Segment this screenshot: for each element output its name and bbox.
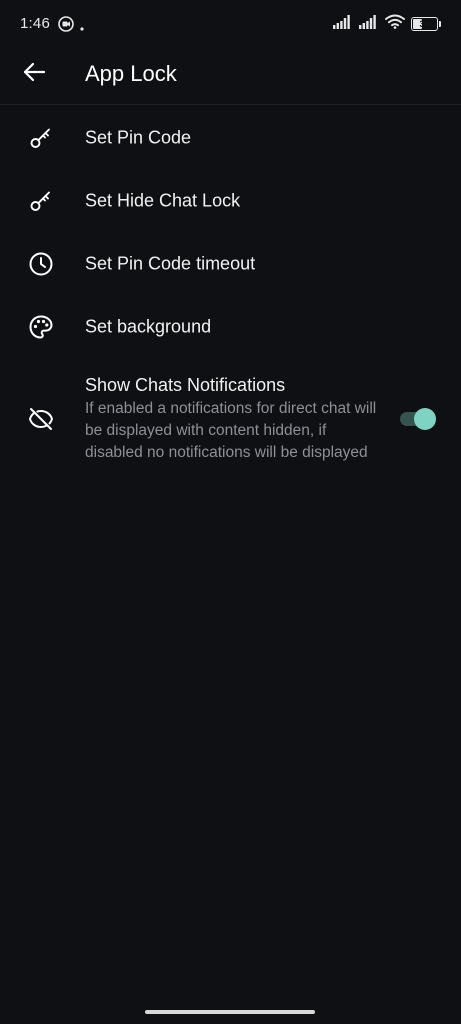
battery-level: 35 [419, 18, 430, 29]
show-chats-notifications-item[interactable]: Show Chats Notifications If enabled a no… [0, 358, 461, 488]
settings-list: Set Pin Code Set Hide Chat Lock Set Pin … [0, 106, 461, 488]
app-bar: App Lock [0, 48, 461, 105]
signal-icon [359, 14, 379, 34]
notifications-description: If enabled a notifications for direct ch… [85, 400, 377, 461]
wifi-icon [385, 14, 405, 34]
status-time: 1:46 [20, 15, 50, 32]
battery-nub [439, 21, 441, 27]
setting-label: Set Hide Chat Lock [85, 190, 241, 210]
set-hide-chat-lock-item[interactable]: Set Hide Chat Lock [0, 169, 461, 232]
status-left-icons [58, 16, 84, 37]
battery-icon: 35 [411, 17, 438, 31]
palette-icon [28, 314, 54, 340]
setting-label: Set Pin Code timeout [85, 253, 256, 273]
setting-label: Set Pin Code [85, 127, 192, 147]
set-background-item[interactable]: Set background [0, 295, 461, 358]
screen-record-icon [58, 16, 74, 37]
arrow-left-icon [23, 62, 46, 87]
set-pin-code-item[interactable]: Set Pin Code [0, 106, 461, 169]
key-icon [28, 125, 54, 151]
eye-off-icon [28, 406, 54, 432]
set-pin-code-timeout-item[interactable]: Set Pin Code timeout [0, 232, 461, 295]
key-icon [28, 188, 54, 214]
signal-icon [333, 14, 353, 34]
home-indicator[interactable] [145, 1010, 315, 1014]
notifications-title: Show Chats Notifications [85, 375, 286, 395]
back-button[interactable] [20, 60, 48, 88]
notifications-toggle[interactable] [400, 406, 438, 432]
clock-icon [28, 251, 54, 277]
page-title: App Lock [85, 61, 177, 86]
notifications-text: Show Chats Notifications If enabled a no… [85, 373, 385, 464]
dot-icon [80, 18, 84, 36]
status-right-icons: 35 [333, 14, 441, 34]
status-bar: 1:46 35 [0, 0, 461, 48]
toggle-thumb [414, 408, 436, 430]
setting-label: Set background [85, 316, 212, 336]
